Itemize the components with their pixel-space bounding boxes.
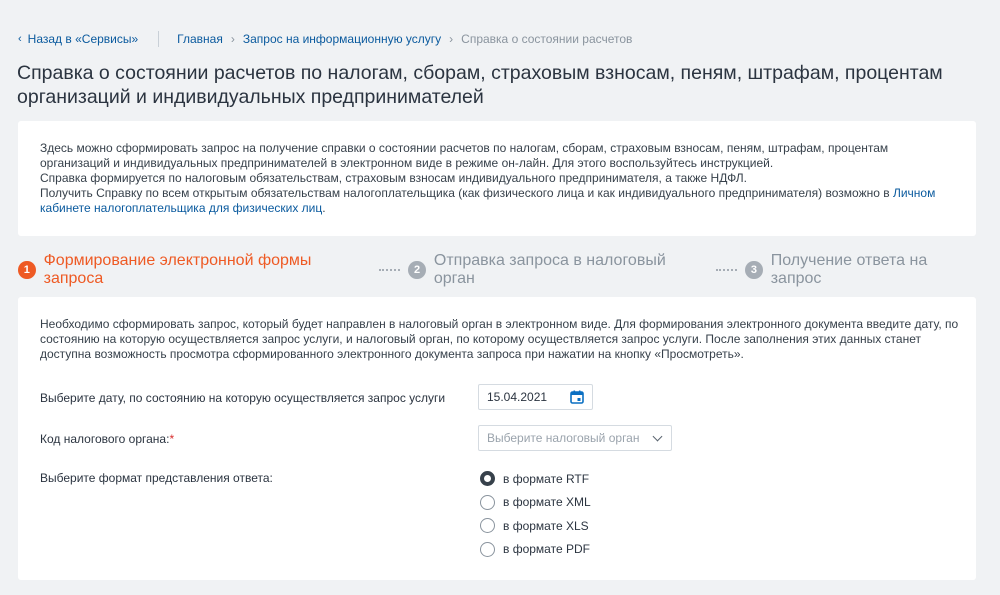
- info-text-2: Справка формируется по налоговым обязате…: [40, 171, 747, 185]
- info-text-3-suffix: .: [322, 201, 326, 215]
- calendar-icon[interactable]: [570, 390, 584, 404]
- step-connector: [715, 269, 738, 271]
- format-radio-xml[interactable]: в формате XML: [480, 491, 591, 515]
- step-label: Формирование электронной формы запроса: [43, 252, 312, 287]
- form-intro-text: Необходимо сформировать запрос, который …: [40, 317, 959, 361]
- chevron-right-icon: ›: [449, 32, 454, 46]
- tax-office-label: Код налогового органа:*: [40, 432, 174, 446]
- format-radio-group: в формате RTF в формате XML в формате XL…: [480, 467, 591, 561]
- step-label: Получение ответа на запрос: [770, 252, 928, 287]
- format-radio-pdf[interactable]: в формате PDF: [480, 538, 591, 562]
- radio-button[interactable]: [480, 494, 495, 510]
- request-form-card: Необходимо сформировать запрос, который …: [18, 297, 976, 580]
- format-radio-rtf[interactable]: в формате RTF: [480, 467, 591, 491]
- radio-button[interactable]: [480, 518, 495, 534]
- back-to-services-link[interactable]: ‹ Назад в «Сервисы»: [18, 32, 138, 46]
- tax-office-label-text: Код налогового органа:: [40, 432, 170, 446]
- step-number: 1: [18, 261, 36, 279]
- back-label: Назад в «Сервисы»: [27, 32, 139, 46]
- chevron-down-icon: [652, 431, 663, 441]
- tax-office-placeholder: Выберите налоговый орган: [487, 431, 640, 445]
- info-text-3: Получить Справку по всем открытым обязат…: [40, 186, 954, 216]
- breadcrumb-divider: [158, 31, 160, 47]
- chevron-right-icon: ›: [230, 32, 235, 46]
- step-number: 2: [408, 261, 426, 279]
- format-radio-xls[interactable]: в формате XLS: [480, 514, 591, 538]
- step-connector: [378, 269, 401, 271]
- page-title: Справка о состоянии расчетов по налогам,…: [17, 62, 943, 108]
- format-option-label: в формате RTF: [503, 471, 590, 486]
- step-progress: 1 Формирование электронной формы запроса…: [18, 252, 978, 287]
- step-2: 2 Отправка запроса в налоговый орган: [408, 252, 705, 288]
- format-option-label: в формате XLS: [503, 518, 589, 533]
- breadcrumb-request[interactable]: Запрос на информационную услугу: [243, 32, 441, 46]
- breadcrumb: ‹ Назад в «Сервисы» Главная › Запрос на …: [18, 31, 632, 47]
- breadcrumb-current: Справка о состоянии расчетов: [461, 32, 633, 46]
- info-card: Здесь можно сформировать запрос на получ…: [18, 121, 976, 236]
- step-label: Отправка запроса в налоговый орган: [433, 252, 666, 287]
- step-1: 1 Формирование электронной формы запроса: [18, 252, 369, 288]
- info-text-1: Здесь можно сформировать запрос на получ…: [40, 141, 889, 170]
- format-option-label: в формате XML: [503, 495, 591, 510]
- radio-button[interactable]: [480, 471, 495, 487]
- step-3: 3 Получение ответа на запрос: [745, 252, 978, 288]
- info-text-3-prefix: Получить Справку по всем открытым обязат…: [40, 186, 893, 200]
- breadcrumb-home[interactable]: Главная: [177, 32, 223, 46]
- format-option-label: в формате PDF: [503, 542, 590, 557]
- date-field[interactable]: 15.04.2021: [478, 384, 593, 410]
- chevron-left-icon: ‹: [18, 33, 22, 45]
- step-number: 3: [745, 261, 763, 279]
- date-value: 15.04.2021: [487, 390, 548, 404]
- format-label: Выберите формат представления ответа:: [40, 471, 273, 485]
- date-label: Выберите дату, по состоянию на которую о…: [40, 391, 446, 405]
- required-marker: *: [169, 432, 175, 446]
- radio-button[interactable]: [480, 541, 495, 557]
- tax-office-select[interactable]: Выберите налоговый орган: [478, 425, 672, 451]
